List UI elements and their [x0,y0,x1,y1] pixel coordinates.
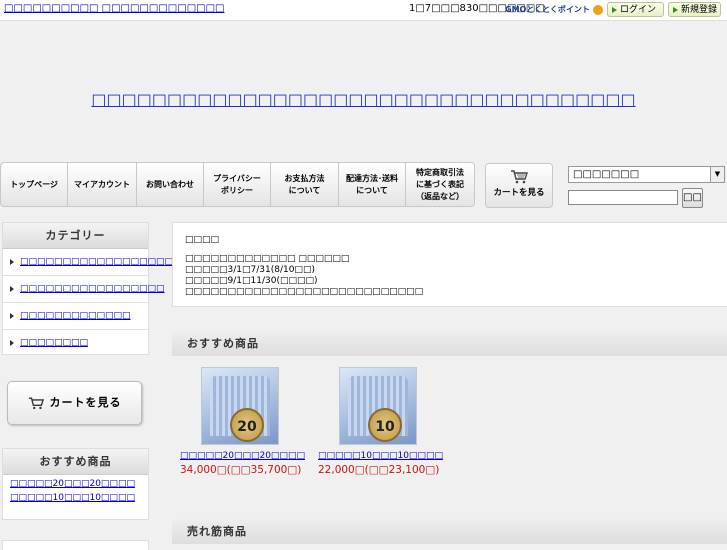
nav-label: 配達方法･送料 について [346,173,398,195]
login-label: ログイン [620,5,657,15]
product-card: 10 □□□□□10□□□10□□□□ 22,000□(□□23,100□) [318,367,443,476]
nav-contact[interactable]: お問い合わせ [137,162,204,207]
category-item[interactable]: □□□□□□□□□□□□□□□□□□□ [3,249,182,276]
category-box: カテゴリー □□□□□□□□□□□□□□□□□□□ □□□□□□□□□□□□□□… [2,222,182,356]
notice-line: □□□□□□□□□□□□□□□□□□□□□□□□□□□□ [185,287,424,297]
notice-box: □□□□ □□□□□□□□□□□□□ □□□□□□ □□□□□3/1□7/31(… [172,222,727,307]
nav-label: お問い合わせ [146,179,194,189]
category-item[interactable]: □□□□□□□□□□□□□ [3,303,148,330]
arrow-right-icon [612,6,617,13]
nav-label: マイアカウント [74,179,130,189]
notice-line: □□□□□3/1□7/31(8/10□□) [185,265,315,275]
coin-icon [592,4,603,15]
medal-number: 20 [237,419,257,435]
nav-label: 特定商取引法 に基づく表記 （返品など） [416,167,464,201]
triangle-right-icon [10,339,14,346]
medal-badge: 20 [230,408,264,442]
sidebar-next-box [2,540,149,550]
bestseller-section-heading: 売れ筋商品 [172,519,727,544]
register-button[interactable]: 新規登録 [668,2,721,17]
sidebar-recommend-heading: おすすめ商品 [3,449,148,475]
nav-privacy-policy[interactable]: プライバシー ポリシー [204,162,271,207]
triangle-right-icon [10,285,14,292]
cart-icon [511,170,528,184]
main-nav: トップページ マイアカウント お問い合わせ プライバシー ポリシー お支払方法 … [0,162,475,209]
notice-line: □□□□□□□□□□□□□ □□□□□□ [185,254,350,264]
category-select[interactable]: □□□□□□□ ▼ [568,166,725,183]
product-price: 22,000□(□□23,100□) [318,464,440,476]
cart-icon [28,397,44,409]
category-heading: カテゴリー [3,223,148,249]
product-name-link[interactable]: □□□□□10□□□10□□□□ [318,451,443,461]
site-title-link[interactable]: □□□□□□□□□□□□□□□□□□□□□□□□□□□□□□□□□□□□ [0,90,727,109]
product-name-link[interactable]: □□□□□20□□□20□□□□ [180,451,305,461]
category-link[interactable]: □□□□□□□□□□□□□□□□□ [20,284,165,294]
notice-line: □□□□□9/1□11/30(□□□□) [185,276,318,286]
category-link[interactable]: □□□□□□□□□□□□□ [20,311,131,321]
medal-badge: 10 [368,408,402,442]
nav-commercial-law[interactable]: 特定商取引法 に基づく表記 （返品など） [406,162,475,207]
nav-my-account[interactable]: マイアカウント [68,162,137,207]
product-price: 34,000□(□□35,700□) [180,464,302,476]
recommend-link[interactable]: □□□□□20□□□20□□□□ [10,479,135,489]
category-link[interactable]: □□□□□□□□□□□□□□□□□□□ [20,257,182,267]
recommend-list-item: □□□□□20□□□20□□□□ [3,477,148,491]
category-item[interactable]: □□□□□□□□□□□□□□□□□ [3,276,165,303]
register-label: 新規登録 [681,5,718,15]
recommend-section-heading: おすすめ商品 [172,331,727,356]
triangle-right-icon [10,312,14,319]
recommend-list-item: □□□□□10□□□10□□□□ [3,491,148,505]
cart-label: カートを見る [493,188,545,198]
sidebar-cart-button[interactable]: カートを見る [7,381,142,425]
product-card: 20 □□□□□20□□□20□□□□ 34,000□(□□35,700□) [180,367,305,476]
gmo-logo-text: GMOとくとくポイント [505,5,590,14]
category-item[interactable]: □□□□□□□□ [3,330,148,356]
nav-label: プライバシー ポリシー [213,173,261,195]
sidebar-recommend-box: おすすめ商品 □□□□□20□□□20□□□□ □□□□□10□□□10□□□□ [2,448,149,520]
notice-spacer [185,246,719,254]
product-image[interactable]: 10 [339,367,417,445]
product-image[interactable]: 20 [201,367,279,445]
chevron-down-icon: ▼ [710,167,724,182]
notice-title: □□□□ [185,235,220,245]
arrow-right-icon [673,6,678,13]
nav-shipping[interactable]: 配達方法･送料 について [339,162,406,207]
gmo-points-logo: GMOとくとくポイント [505,4,603,16]
category-select-value: □□□□□□□ [573,169,640,180]
nav-label: お支払方法 について [284,173,325,195]
site-name-link[interactable]: □□□□□□□□□□ □□□□□□□□□□□□□ [4,3,225,14]
sidebar-cart-label: カートを見る [49,396,122,409]
medal-number: 10 [375,419,395,435]
triangle-right-icon [10,258,14,265]
nav-top-page[interactable]: トップページ [0,162,68,207]
nav-label: トップページ [10,179,58,189]
search-input[interactable] [568,190,678,205]
login-button[interactable]: ログイン [607,2,664,17]
search-button[interactable]: □□ [682,188,703,208]
nav-cart-button[interactable]: カートを見る [485,163,553,208]
category-link[interactable]: □□□□□□□□ [20,338,88,348]
top-bar: □□□□□□□□□□ □□□□□□□□□□□□□ 1□7□□□830□□□□□□… [0,0,727,21]
nav-payment[interactable]: お支払方法 について [271,162,339,207]
recommend-link[interactable]: □□□□□10□□□10□□□□ [10,493,135,503]
